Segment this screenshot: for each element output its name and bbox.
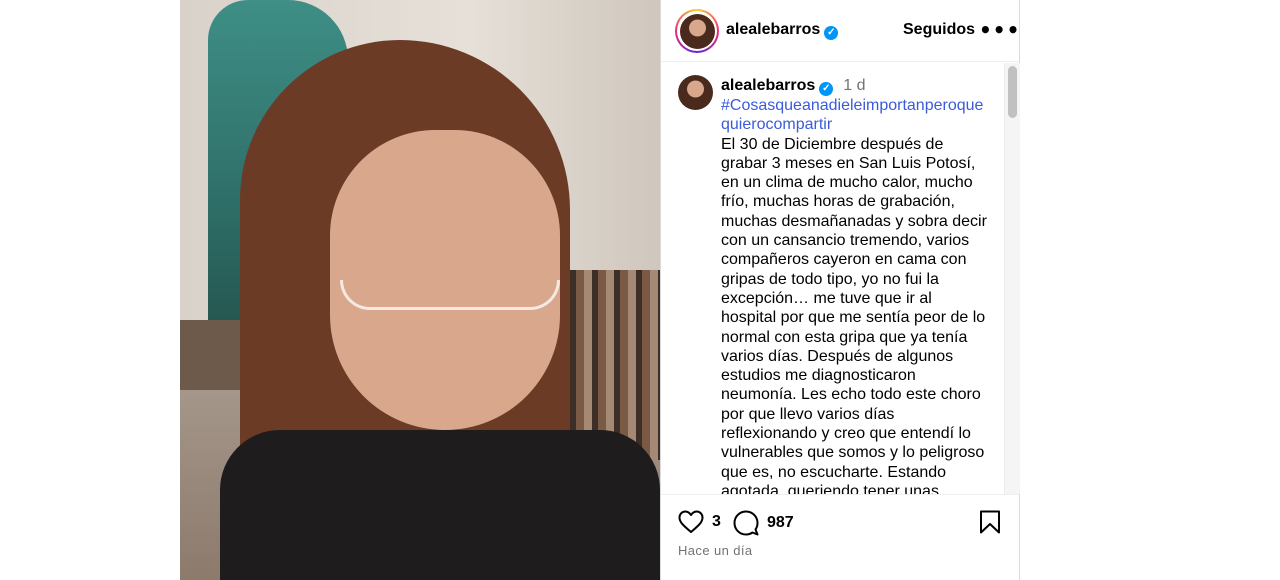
avatar[interactable] bbox=[679, 13, 715, 49]
verified-badge-icon: ✓ bbox=[824, 26, 839, 40]
caption: alealebarros ✓ 1 d #Cosasqueanadieleimport… bbox=[721, 76, 991, 494]
avatar[interactable] bbox=[678, 75, 713, 110]
comment-button[interactable]: 987 bbox=[733, 510, 794, 536]
photo-oxygen-tube bbox=[340, 280, 560, 310]
caption-text: El 30 de Diciembre después de grabar 3 m… bbox=[721, 135, 987, 494]
hashtag-link[interactable]: #Cosasqueanadieleimportanperoquequieroco… bbox=[721, 96, 991, 135]
author-username-row[interactable]: alealebarros ✓ bbox=[726, 21, 839, 40]
comment-count[interactable]: 987 bbox=[767, 514, 794, 532]
avatar-ring-inner bbox=[677, 11, 717, 51]
more-options-icon[interactable]: ••• bbox=[979, 18, 1020, 42]
caption-area: alealebarros ✓ 1 d #Cosasqueanadieleimport… bbox=[661, 63, 1019, 494]
scrollbar-thumb[interactable] bbox=[1008, 66, 1017, 118]
scrollbar[interactable] bbox=[1004, 63, 1020, 494]
photo-shirt bbox=[220, 430, 660, 580]
bookmark-icon bbox=[980, 510, 1000, 534]
post-photo[interactable] bbox=[180, 0, 660, 580]
story-ring[interactable] bbox=[675, 9, 719, 53]
following-button[interactable]: Seguidos bbox=[903, 21, 975, 39]
like-count[interactable]: 3 bbox=[712, 513, 721, 531]
caption-time[interactable]: 1 d bbox=[843, 77, 865, 94]
instagram-post-page: alealebarros ✓ Seguidos ••• alealebarros ✓… bbox=[0, 0, 1280, 580]
post-actions: 3 987 Hace un día bbox=[661, 494, 1019, 580]
save-button[interactable] bbox=[979, 510, 1001, 534]
author-username[interactable]: alealebarros bbox=[726, 21, 820, 38]
heart-icon bbox=[678, 510, 704, 533]
like-button[interactable]: 3 bbox=[678, 510, 721, 534]
post-header: alealebarros ✓ Seguidos ••• bbox=[661, 0, 1019, 62]
post-timestamp[interactable]: Hace un día bbox=[678, 543, 753, 558]
caption-username[interactable]: alealebarros bbox=[721, 77, 815, 94]
comment-icon bbox=[733, 510, 759, 536]
verified-badge-icon: ✓ bbox=[819, 82, 834, 96]
